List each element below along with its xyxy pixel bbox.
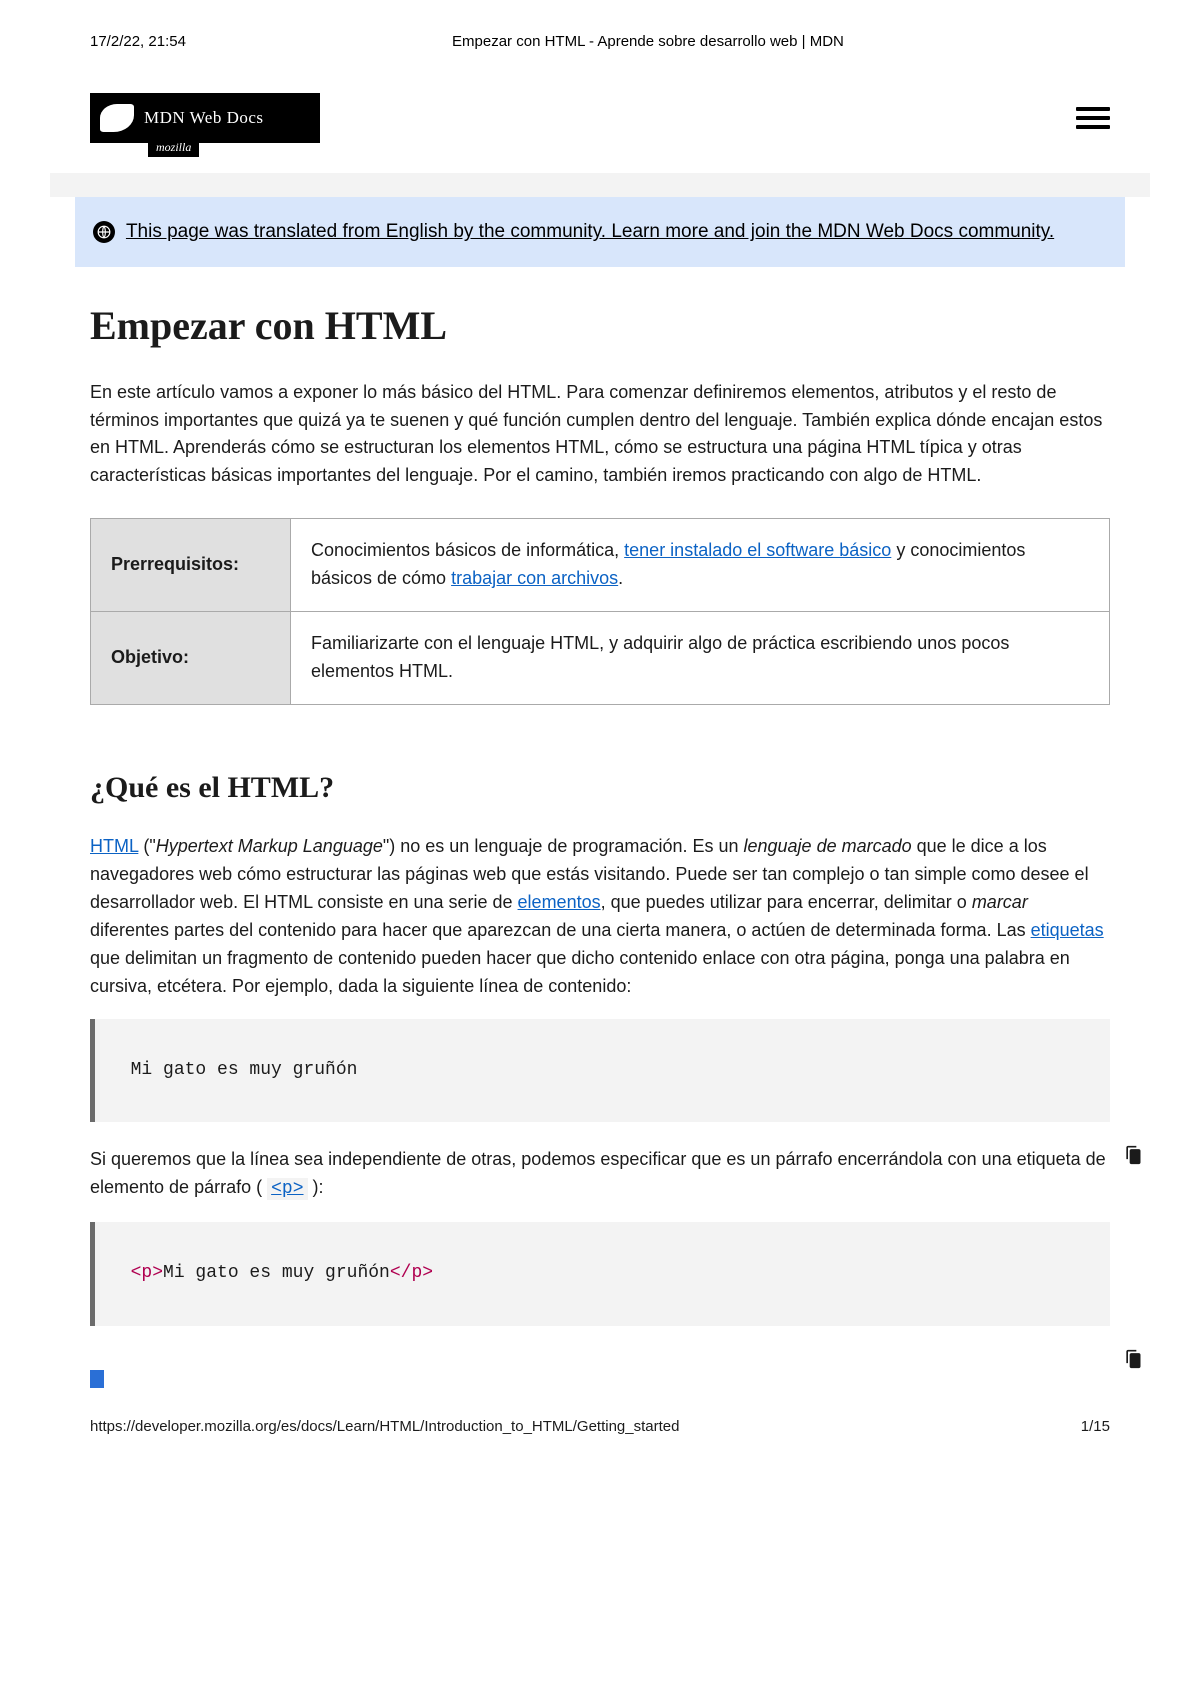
globe-icon: [93, 221, 115, 243]
hamburger-bar-icon: [1076, 125, 1110, 129]
files-link[interactable]: trabajar con archivos: [451, 568, 618, 588]
print-footer: https://developer.mozilla.org/es/docs/Le…: [90, 1415, 1110, 1438]
elements-link[interactable]: elementos: [518, 892, 601, 912]
print-header: 17/2/22, 21:54 Empezar con HTML - Aprend…: [90, 30, 1110, 53]
print-datetime: 17/2/22, 21:54: [90, 30, 186, 53]
translation-notice-link[interactable]: This page was translated from English by…: [126, 221, 1054, 242]
hamburger-bar-icon: [1076, 116, 1110, 120]
topbar: MDN Web Docs mozilla: [90, 93, 1110, 143]
page-title: Empezar con HTML: [90, 295, 1110, 357]
section-heading: ¿Qué es el HTML?: [90, 765, 1110, 812]
body-paragraph: HTML ("Hypertext Markup Language") no es…: [90, 833, 1110, 1000]
translation-banner: This page was translated from English by…: [75, 197, 1125, 266]
p-element-link[interactable]: <p>: [267, 1178, 307, 1200]
objective-label: Objetivo:: [91, 612, 291, 705]
divider: [50, 173, 1150, 197]
print-page: 1/15: [1081, 1415, 1110, 1438]
table-row: Prerrequisitos: Conocimientos básicos de…: [91, 519, 1110, 612]
section-marker: [90, 1370, 104, 1388]
hamburger-bar-icon: [1076, 107, 1110, 111]
prerequisites-value: Conocimientos básicos de informática, te…: [291, 519, 1110, 612]
software-link[interactable]: tener instalado el software básico: [624, 540, 891, 560]
tags-link[interactable]: etiquetas: [1031, 920, 1104, 940]
logo-text: MDN Web Docs: [144, 105, 264, 131]
menu-button[interactable]: [1076, 107, 1110, 129]
code-example: Mi gato es muy gruñón: [90, 1019, 1110, 1123]
code-example: <p>Mi gato es muy gruñón</p>: [90, 1222, 1110, 1326]
objective-value: Familiarizarte con el lenguaje HTML, y a…: [291, 612, 1110, 705]
print-url: https://developer.mozilla.org/es/docs/Le…: [90, 1415, 679, 1438]
body-paragraph: Si queremos que la línea sea independien…: [90, 1146, 1110, 1204]
logo-icon: [100, 104, 134, 132]
copy-button[interactable]: [1080, 1320, 1102, 1344]
prerequisites-label: Prerrequisitos:: [91, 519, 291, 612]
mdn-logo[interactable]: MDN Web Docs mozilla: [90, 93, 320, 143]
html-glossary-link[interactable]: HTML: [90, 836, 138, 856]
table-row: Objetivo: Familiarizarte con el lenguaje…: [91, 612, 1110, 705]
logo-subtext: mozilla: [148, 137, 199, 158]
prerequisites-table: Prerrequisitos: Conocimientos básicos de…: [90, 518, 1110, 705]
print-title: Empezar con HTML - Aprende sobre desarro…: [452, 30, 844, 53]
intro-paragraph: En este artículo vamos a exponer lo más …: [90, 379, 1110, 491]
copy-button[interactable]: [1080, 1116, 1102, 1140]
